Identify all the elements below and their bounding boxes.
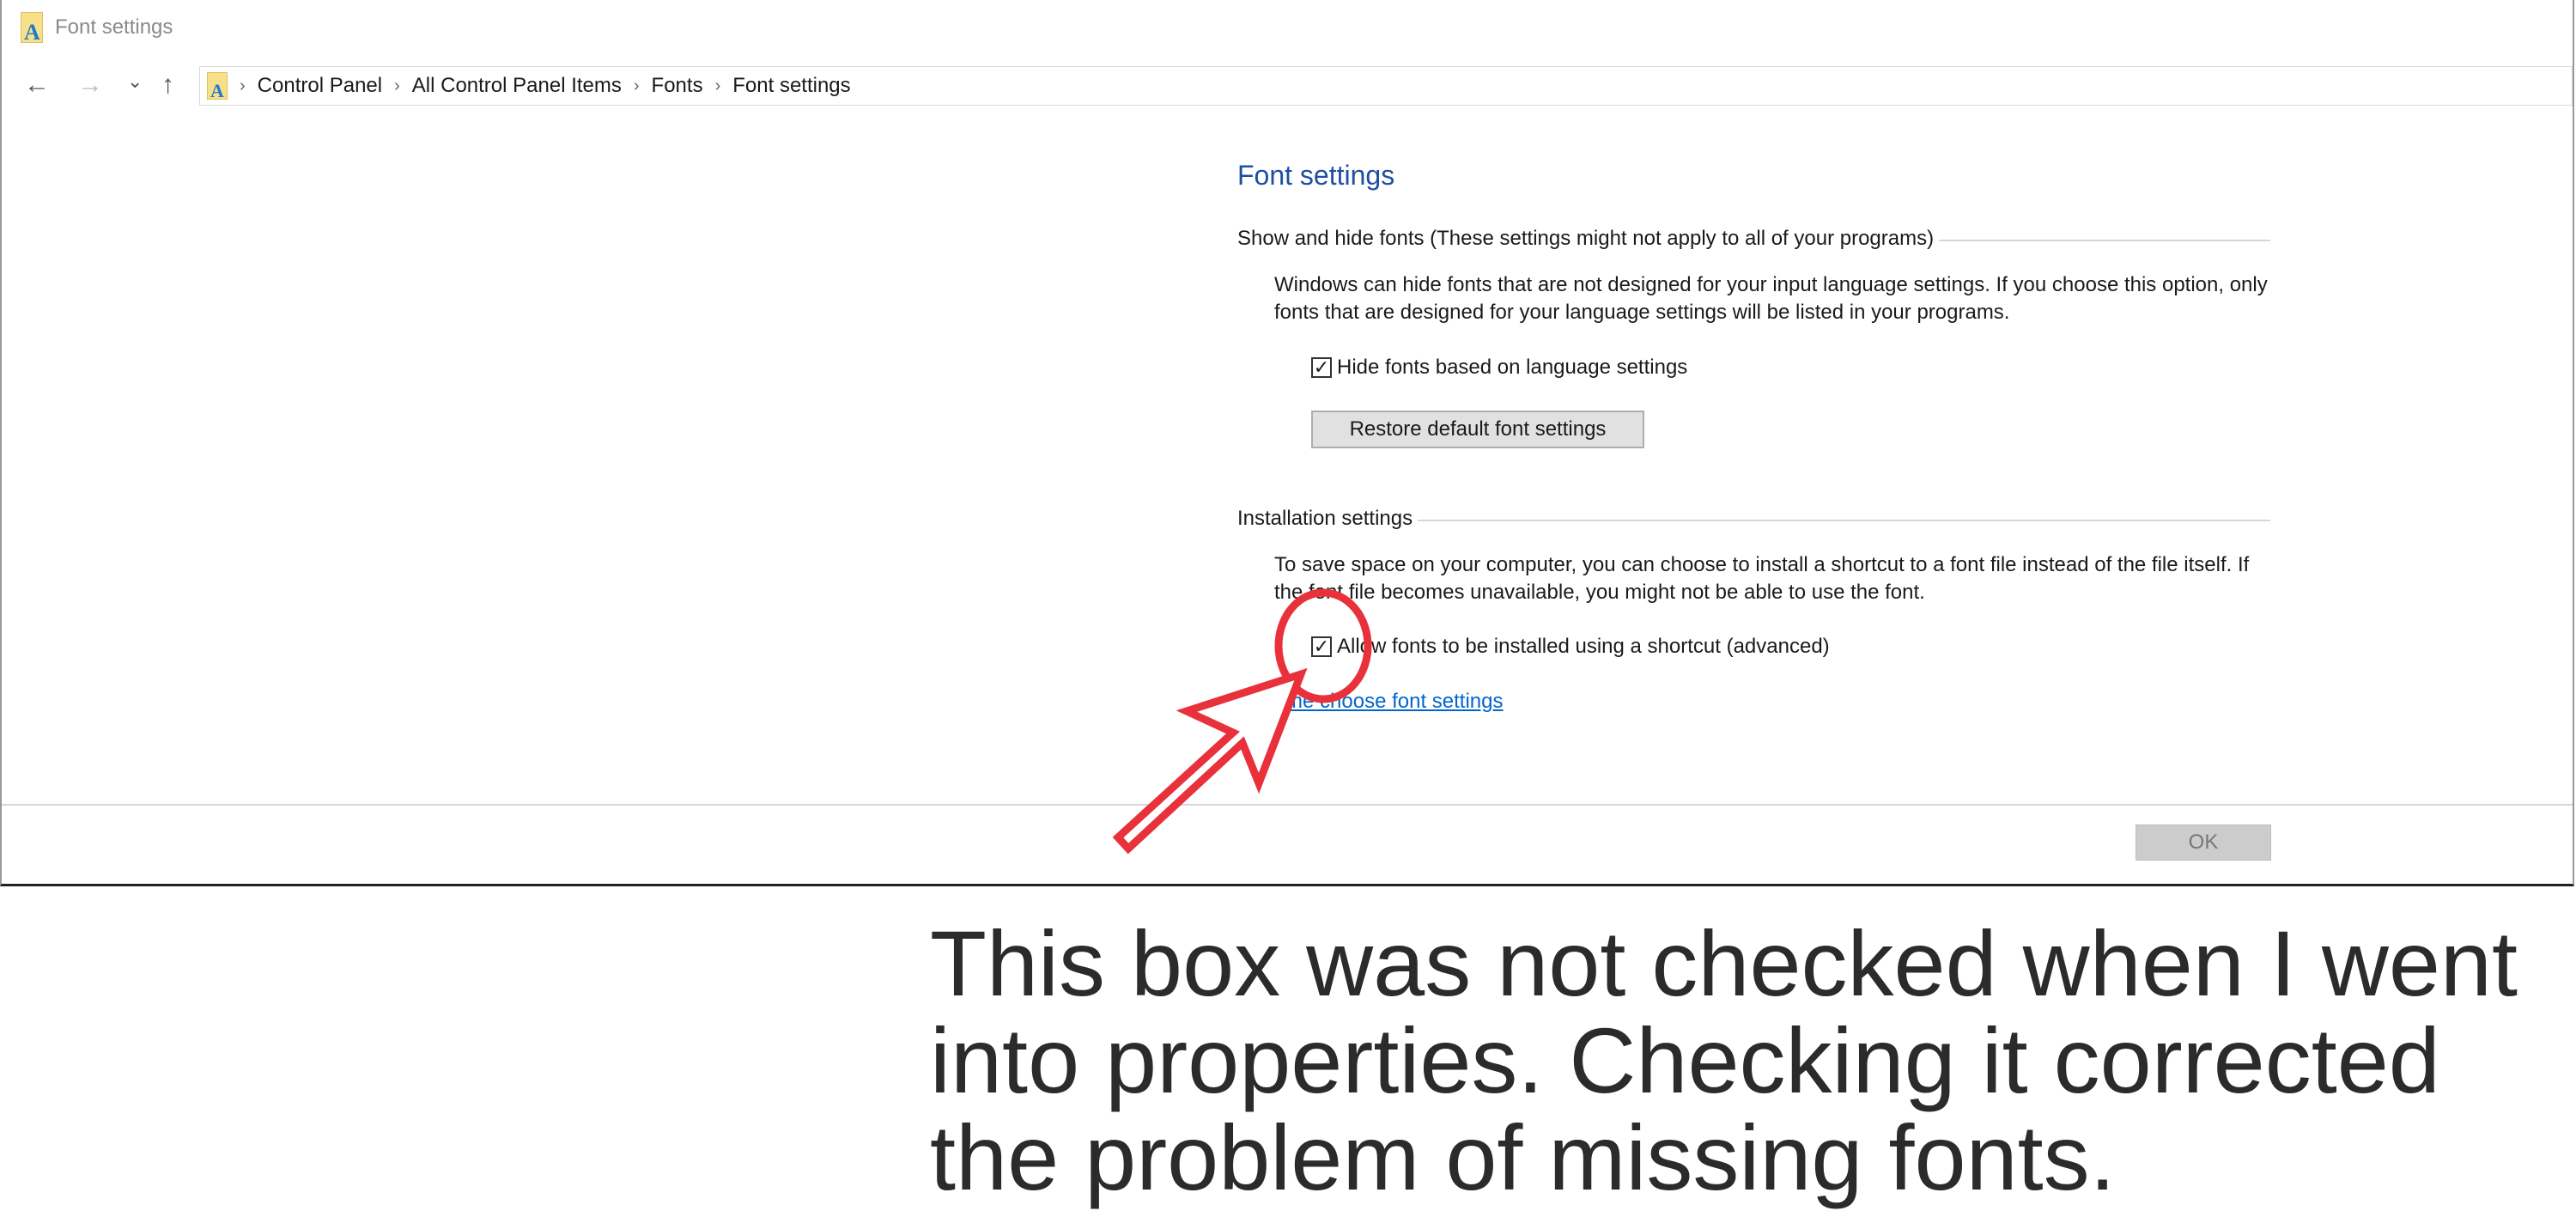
- annotation-arrow-icon: [1112, 667, 1308, 855]
- annotation-caption: This box was not checked when I went int…: [930, 911, 2518, 1209]
